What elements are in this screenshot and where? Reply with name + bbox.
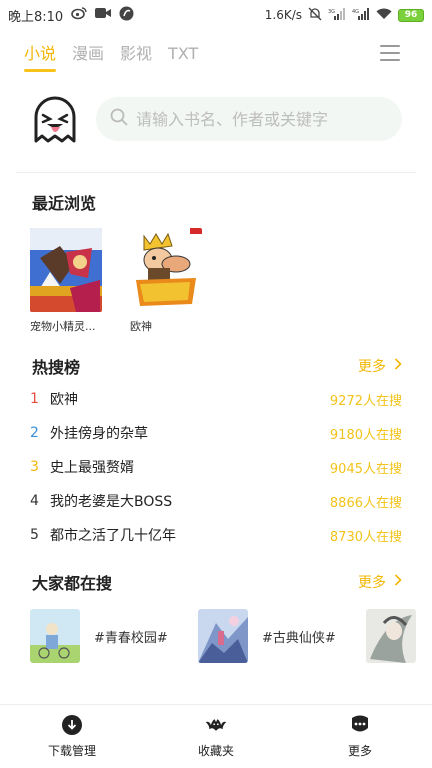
status-time: 晚上8:10 [8, 9, 64, 25]
search-count: 8730人在搜 [329, 529, 402, 545]
topic-thumbnail [366, 609, 416, 663]
rank-number: 3 [30, 459, 39, 475]
nav-label: 下载管理 [47, 744, 96, 758]
search-bar[interactable] [96, 97, 402, 141]
topics-section-title: 大家都在搜 [32, 574, 113, 593]
topics-more-link[interactable]: 更多 [358, 572, 402, 592]
topic-item[interactable]: #青春校园# [30, 608, 168, 664]
search-count: 9045人在搜 [329, 461, 402, 477]
rank-number: 2 [30, 425, 39, 441]
more-label: 更多 [358, 359, 386, 375]
nav-favorites[interactable]: 收藏夹 [144, 705, 288, 768]
search-count: 9272人在搜 [329, 393, 402, 409]
hot-book-name: 欧神 [50, 392, 78, 408]
hot-list-item[interactable]: 1 欧神 9272人在搜 [30, 386, 402, 412]
network-speed: 1.6K/s [264, 8, 302, 22]
topic-label: #青春校园# [94, 630, 168, 646]
nav-label: 更多 [347, 744, 372, 758]
tab-novel[interactable]: 小说 [24, 40, 57, 72]
svg-text:4G: 4G [352, 9, 359, 15]
mute-bell-icon [308, 7, 322, 24]
topic-item[interactable]: #古典仙侠# [198, 608, 336, 664]
hot-list-item[interactable]: 3 史上最强赘婿 9045人在搜 [30, 454, 402, 480]
download-icon [61, 714, 83, 736]
weibo-icon [71, 6, 87, 24]
topic-label: #古典仙侠# [262, 630, 336, 646]
book-cover-image [130, 228, 202, 312]
battery-indicator: 96 [398, 8, 424, 22]
svg-text:3G: 3G [328, 9, 335, 15]
topic-item[interactable] [366, 608, 416, 664]
menu-icon[interactable] [380, 45, 400, 61]
recent-book-item[interactable]: 宠物小精灵... [30, 228, 104, 334]
search-input[interactable] [136, 109, 376, 129]
bottom-navigation: 下载管理 收藏夹 更多 [0, 704, 432, 768]
hot-section-title: 热搜榜 [32, 358, 81, 377]
hot-more-link[interactable]: 更多 [358, 356, 402, 376]
search-icon [110, 108, 128, 130]
category-tabs: 小说 漫画 影视 TXT [24, 40, 198, 72]
nav-more[interactable]: 更多 [288, 705, 432, 768]
signal-3g-icon: 3G [328, 7, 346, 23]
hot-list-item[interactable]: 2 外挂傍身的杂草 9180人在搜 [30, 420, 402, 446]
tab-txt[interactable]: TXT [168, 40, 198, 72]
tab-video[interactable]: 影视 [120, 40, 152, 72]
search-count: 8866人在搜 [329, 495, 402, 511]
app-notification-icon [119, 6, 134, 25]
recent-section-title: 最近浏览 [32, 194, 97, 213]
nav-label: 收藏夹 [197, 744, 234, 758]
recent-book-item[interactable]: 欧神 [130, 228, 204, 334]
more-dots-icon [349, 714, 371, 736]
rank-number: 5 [30, 527, 39, 543]
video-camera-icon [95, 7, 112, 23]
chevron-right-icon [394, 574, 402, 590]
book-title: 宠物小精灵... [30, 320, 96, 333]
divider [16, 172, 416, 173]
hot-list-item[interactable]: 4 我的老婆是大BOSS 8866人在搜 [30, 488, 402, 514]
book-title: 欧神 [130, 320, 152, 333]
wifi-icon [376, 8, 392, 23]
nav-download-manager[interactable]: 下载管理 [0, 705, 144, 768]
hot-list-item[interactable]: 5 都市之活了几十亿年 8730人在搜 [30, 522, 402, 548]
rank-number: 4 [30, 493, 39, 509]
book-cover-image [30, 228, 102, 312]
topic-thumbnail [30, 609, 80, 663]
hot-book-name: 史上最强赘婿 [50, 460, 134, 476]
rank-number: 1 [30, 391, 39, 407]
more-label: 更多 [358, 575, 386, 591]
hot-book-name: 外挂傍身的杂草 [50, 426, 148, 442]
signal-4g-icon: 4G [352, 7, 370, 23]
hot-book-name: 都市之活了几十亿年 [50, 528, 176, 544]
search-count: 9180人在搜 [329, 427, 402, 443]
status-bar: 晚上8:10 1.6K/s 3G 4G 96 [0, 0, 432, 30]
tab-comic[interactable]: 漫画 [72, 40, 104, 72]
ghost-mascot-icon[interactable] [30, 95, 80, 145]
topic-thumbnail [198, 609, 248, 663]
chevron-right-icon [394, 358, 402, 374]
bat-icon [205, 714, 227, 736]
hot-book-name: 我的老婆是大BOSS [50, 494, 173, 510]
